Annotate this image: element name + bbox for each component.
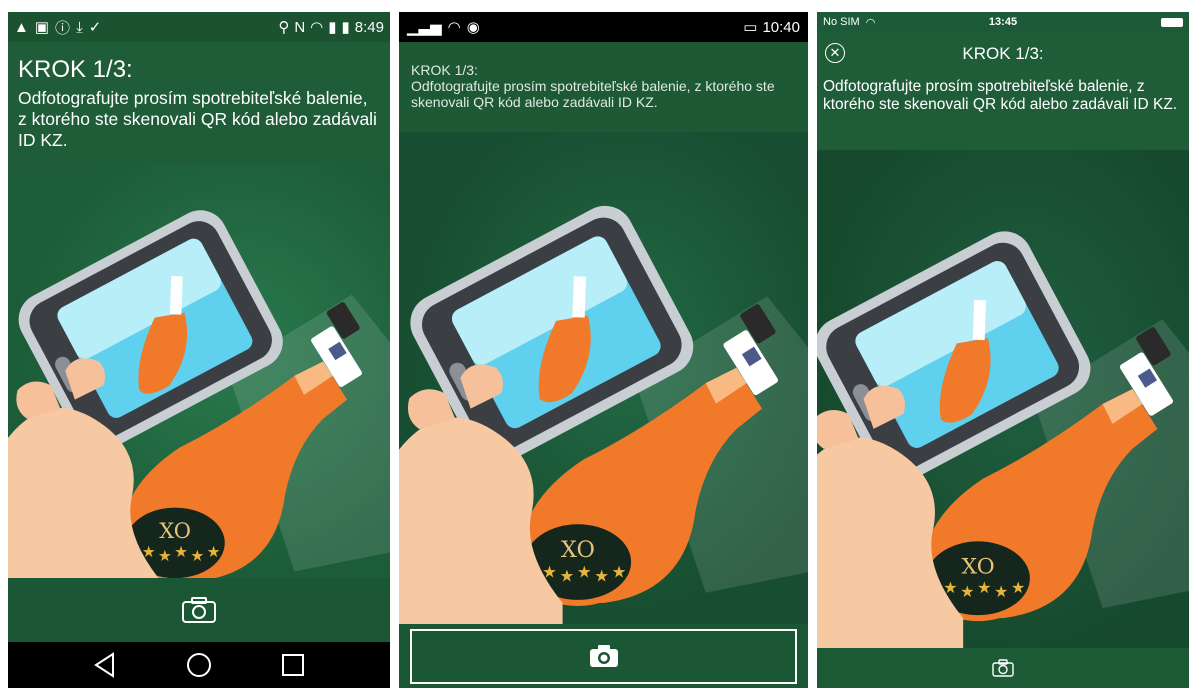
label-star-icon: ★ (174, 544, 188, 561)
step-header: KROK 1/3: Odfotografujte prosím spotrebi… (399, 42, 808, 132)
status-bar: ▲ ▣ ⓘ ⤓ ✓ ⚲ N ◠ ▮ ▮ 8:49 (8, 12, 390, 42)
camera-icon (992, 659, 1014, 677)
step-title: KROK 1/3: (18, 56, 133, 83)
label-star-icon: ★ (190, 548, 204, 565)
label-star-icon: ★ (207, 544, 221, 561)
bottle-label-text: XO (962, 554, 995, 579)
info-icon: ⓘ (55, 19, 71, 37)
step-header: ✕ KROK 1/3: Odfotografujte prosím spotre… (817, 32, 1189, 150)
step-instruction: Odfotografujte prosím spotrebiteľské bal… (18, 88, 377, 150)
step-instruction: Odfotografujte prosím spotrebiteľské bal… (823, 78, 1178, 113)
android-lollipop-screen: ▲ ▣ ⓘ ⤓ ✓ ⚲ N ◠ ▮ ▮ 8:49 KROK 1/3: Odfot… (8, 12, 390, 688)
wifi-icon: ◠ (310, 19, 324, 36)
bottom-action-bar (399, 624, 808, 688)
step-instruction: Odfotografujte prosím spotrebiteľské bal… (411, 78, 775, 110)
location-icon: ⚲ (278, 19, 290, 36)
image-icon: ▣ (34, 19, 50, 36)
signal-icon: ▁▃▅ (407, 19, 442, 36)
label-star-icon: ★ (560, 567, 575, 585)
bottom-action-bar (8, 578, 390, 642)
signal-icon: ▮ (328, 19, 337, 36)
label-star-icon: ★ (612, 563, 627, 581)
step-title: KROK 1/3: (411, 62, 478, 78)
label-star-icon: ★ (142, 544, 156, 561)
wifi-icon: ◠ (447, 19, 461, 36)
status-time: 10:40 (762, 18, 800, 36)
bottle-label-text: XO (159, 518, 191, 543)
take-photo-button[interactable] (410, 628, 797, 684)
battery-icon: ▮ (341, 19, 350, 36)
warning-icon: ▲ (14, 18, 29, 36)
bottle-label-text: XO (561, 537, 595, 563)
step-header: KROK 1/3: Odfotografujte prosím spotrebi… (8, 42, 390, 164)
download-icon: ⤓ (76, 18, 83, 36)
label-star-icon: ★ (994, 584, 1008, 601)
illustration-area: XO ★ ★ ★ ★ ★ (817, 150, 1189, 648)
label-star-icon: ★ (977, 580, 991, 597)
scan-illustration: XO★ ★ ★ ★ ★ (8, 210, 390, 578)
recents-square-icon[interactable] (281, 653, 305, 677)
label-star-icon: ★ (1011, 580, 1025, 597)
label-star-icon: ★ (960, 584, 974, 601)
ios-screen: No SIM ◠ 13:45 ✕ KROK 1/3: Odfotografujt… (817, 12, 1189, 688)
label-star-icon: ★ (943, 580, 957, 597)
illustration-area: XO ★ ★ ★ ★ ★ (8, 164, 390, 578)
battery-icon: ▭ (743, 19, 758, 36)
take-photo-button[interactable] (992, 659, 1014, 677)
record-icon: ◉ (466, 19, 480, 36)
step-title: KROK 1/3: (962, 44, 1044, 63)
scan-illustration: XO★ ★ ★ ★ ★ (817, 231, 1189, 648)
scan-illustration: XO★ ★ ★ ★ ★ (399, 205, 808, 624)
home-circle-icon[interactable] (186, 652, 212, 678)
take-photo-button[interactable] (181, 596, 217, 624)
android-nav-bar (8, 642, 390, 688)
status-time: 8:49 (354, 18, 384, 36)
android-holo-screen: ▁▃▅ ◠ ◉ ▭ 10:40 KROK 1/3: Odfotografujte… (399, 12, 808, 688)
label-star-icon: ★ (542, 563, 557, 581)
camera-icon (589, 645, 618, 667)
status-bar: No SIM ◠ 13:45 (817, 12, 1189, 32)
status-bar: ▁▃▅ ◠ ◉ ▭ 10:40 (399, 12, 808, 42)
label-star-icon: ★ (577, 563, 592, 581)
camera-icon (182, 597, 216, 623)
back-triangle-icon[interactable] (93, 652, 117, 678)
status-time: 13:45 (988, 16, 1018, 28)
check-icon: ✓ (88, 19, 102, 36)
bottom-action-bar (817, 648, 1189, 688)
label-star-icon: ★ (594, 567, 609, 585)
label-star-icon: ★ (158, 548, 172, 565)
nfc-icon: N (294, 18, 306, 36)
illustration-area: XO ★ ★ ★ ★ ★ (399, 132, 808, 624)
close-circle-icon[interactable]: ✕ (825, 43, 845, 63)
